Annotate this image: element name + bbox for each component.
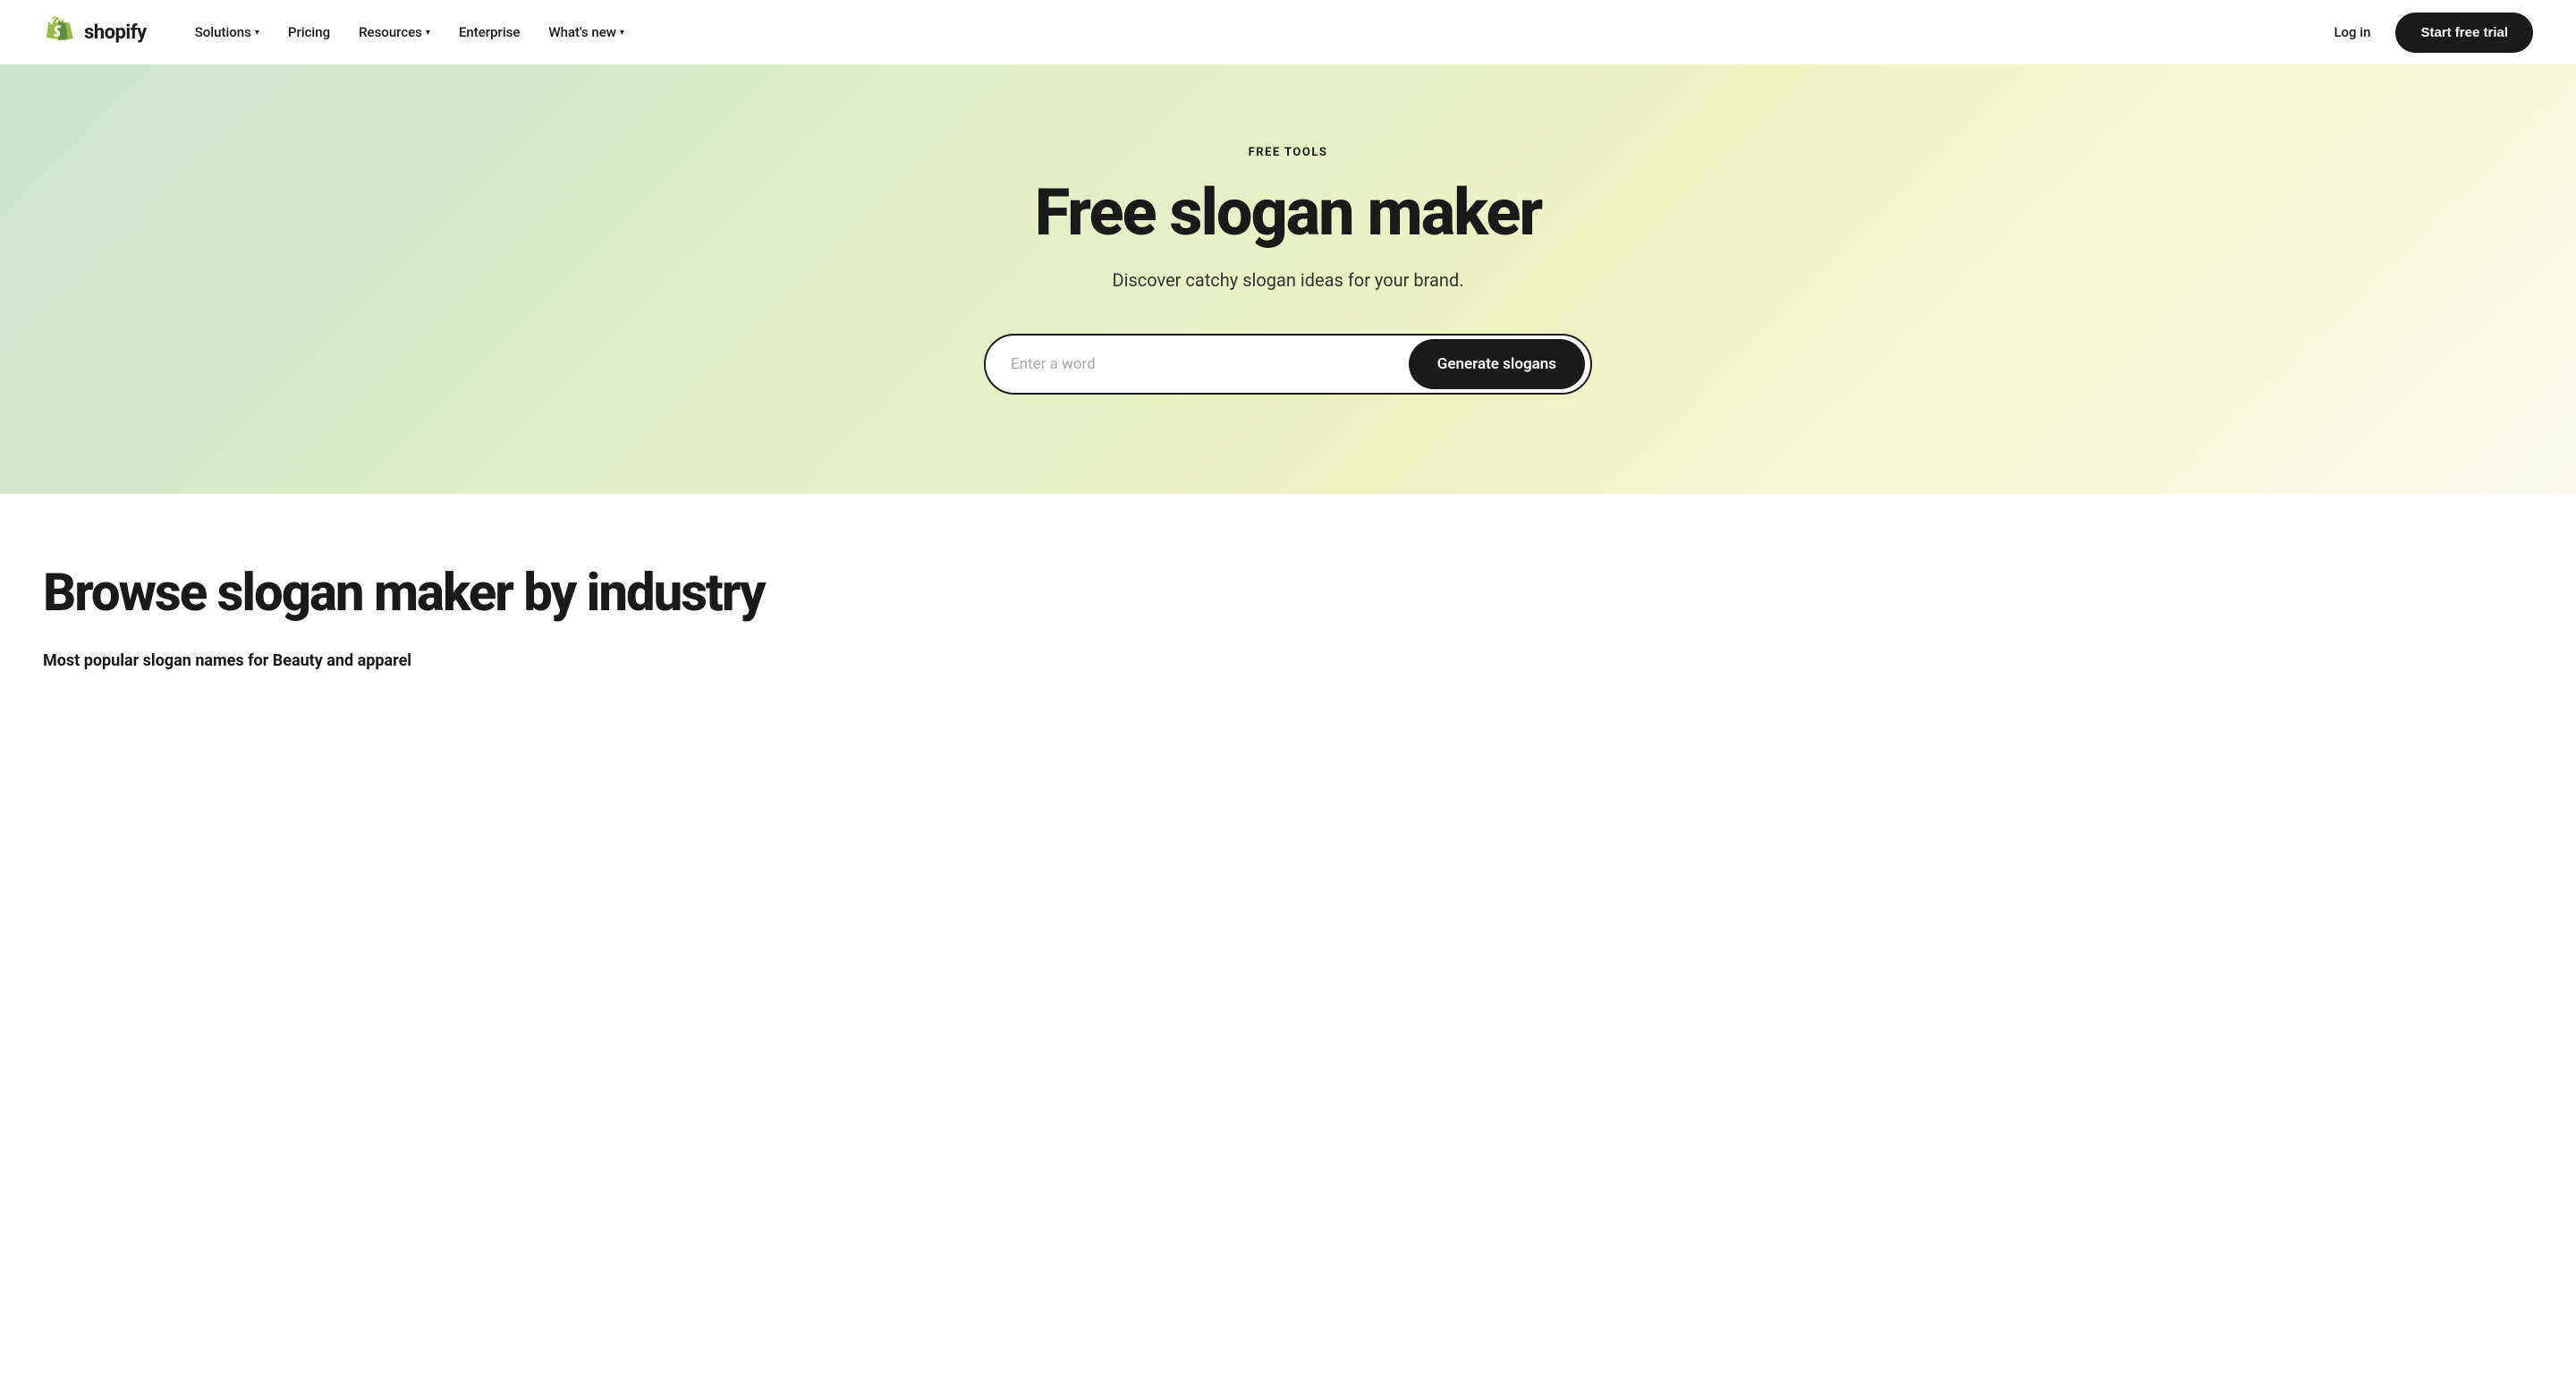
chevron-down-icon: ▾: [620, 28, 624, 38]
browse-section: Browse slogan maker by industry Most pop…: [0, 494, 2576, 724]
nav-item-enterprise[interactable]: Enterprise: [446, 17, 532, 47]
eyebrow-label: FREE TOOLS: [1249, 146, 1328, 159]
hero-subtitle: Discover catchy slogan ideas for your br…: [1112, 269, 1463, 291]
navbar: shopify Solutions ▾ Pricing Resources ▾ …: [0, 0, 2576, 64]
shopify-logo-icon: [43, 15, 77, 49]
word-input[interactable]: [986, 355, 1403, 373]
nav-links: Solutions ▾ Pricing Resources ▾ Enterpri…: [182, 17, 2324, 47]
start-trial-button[interactable]: Start free trial: [2395, 13, 2533, 53]
chevron-down-icon: ▾: [426, 28, 430, 38]
generate-slogans-button[interactable]: Generate slogans: [1409, 339, 1585, 389]
browse-subtitle: Most popular slogan names for Beauty and…: [43, 651, 2533, 670]
chevron-down-icon: ▾: [255, 28, 259, 38]
nav-item-solutions[interactable]: Solutions ▾: [182, 17, 272, 47]
search-bar: Generate slogans: [984, 334, 1592, 395]
logo-text: shopify: [84, 21, 147, 44]
hero-title: Free slogan maker: [1035, 177, 1541, 248]
nav-item-whats-new[interactable]: What's new ▾: [536, 17, 637, 47]
nav-right: Log in Start free trial: [2323, 13, 2533, 53]
nav-item-pricing[interactable]: Pricing: [275, 17, 343, 47]
hero-section: FREE TOOLS Free slogan maker Discover ca…: [0, 64, 2576, 494]
login-link[interactable]: Log in: [2323, 17, 2381, 47]
logo-link[interactable]: shopify: [43, 15, 147, 49]
nav-item-resources[interactable]: Resources ▾: [346, 17, 443, 47]
browse-title: Browse slogan maker by industry: [43, 565, 2533, 623]
